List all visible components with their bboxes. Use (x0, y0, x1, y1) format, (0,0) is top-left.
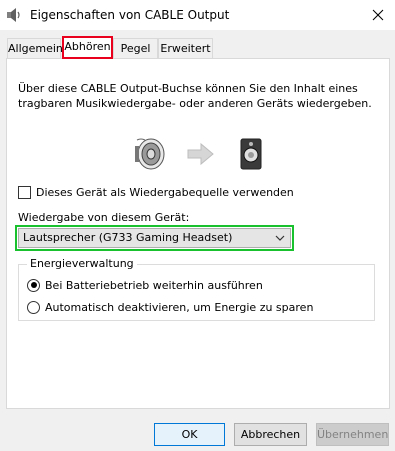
listen-description: Über diese CABLE Output-Buchse können Si… (18, 82, 372, 110)
speaker-device-icon (240, 138, 262, 170)
speaker-icon (7, 8, 20, 22)
power-option-continue-label: Bei Batteriebetrieb weiterhin ausführen (45, 278, 263, 292)
playback-device-value: Lautsprecher (G733 Gaming Headset) (23, 231, 233, 244)
ok-button[interactable]: OK (154, 423, 225, 446)
listen-checkbox-label: Dieses Gerät als Wiedergabequelle verwen… (36, 185, 294, 199)
playback-device-select[interactable]: Lautsprecher (G733 Gaming Headset) (18, 228, 291, 248)
listen-checkbox[interactable] (18, 185, 31, 199)
device-illustration (135, 138, 262, 170)
title-bar: Eigenschaften von CABLE Output (0, 0, 395, 30)
power-option-continue[interactable]: Bei Batteriebetrieb weiterhin ausführen (27, 277, 263, 293)
chevron-down-icon (275, 235, 285, 241)
arrow-right-icon (187, 142, 214, 166)
playback-device-label: Wiedergabe von diesem Gerät: (18, 211, 190, 224)
radio-disable[interactable] (27, 300, 40, 314)
tab-abhoeren[interactable]: Abhören (62, 36, 113, 59)
power-management-title: Energieverwaltung (27, 257, 137, 270)
close-icon[interactable] (361, 0, 395, 30)
window-title: Eigenschaften von CABLE Output (30, 8, 230, 22)
tab-pegel[interactable]: Pegel (113, 38, 158, 59)
tab-allgemein[interactable]: Allgemein (7, 38, 63, 59)
radio-continue[interactable] (27, 278, 40, 292)
cancel-button[interactable]: Abbrechen (234, 423, 307, 446)
apply-button[interactable]: Übernehmen (316, 423, 389, 446)
tab-erweitert[interactable]: Erweitert (158, 38, 213, 59)
listen-checkbox-row[interactable]: Dieses Gerät als Wiedergabequelle verwen… (18, 184, 294, 200)
power-option-disable-label: Automatisch deaktivieren, um Energie zu … (45, 300, 314, 314)
input-jack-icon (135, 138, 165, 170)
power-option-disable[interactable]: Automatisch deaktivieren, um Energie zu … (27, 299, 313, 315)
